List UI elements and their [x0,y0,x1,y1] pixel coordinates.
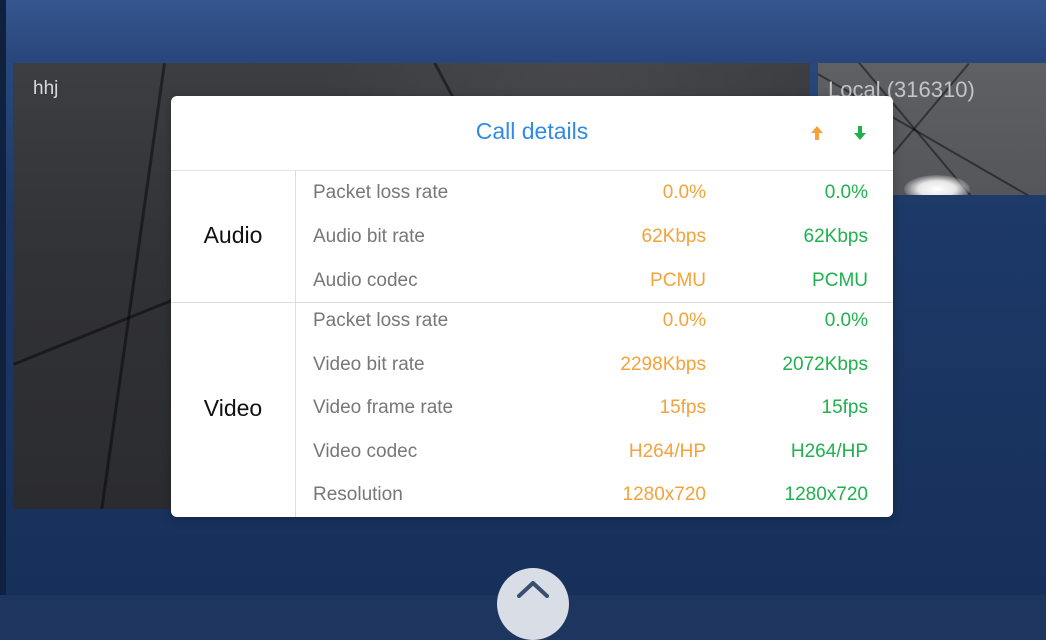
metric-receive-value: 0.0% [824,310,868,331]
video-row-packet-loss: Packet loss rate 0.0% 0.0% [296,299,893,343]
dialog-title: Call details [475,118,589,144]
call-screen: hhj Local (316310) Call details Audio Pa… [0,0,1046,640]
call-details-dialog: Call details Audio Packet loss rate 0.0%… [171,96,893,517]
metric-name: Audio codec [313,270,418,291]
metric-name: Video codec [313,441,418,462]
arrow-up-icon [811,126,823,140]
left-edge [0,0,6,595]
metric-send-value: 1280x720 [622,484,706,505]
video-section: Video Packet loss rate 0.0% 0.0% Video b… [171,303,893,517]
expand-controls-button[interactable] [497,568,569,640]
audio-section: Audio Packet loss rate 0.0% 0.0% Audio b… [171,171,893,303]
metric-send-value: H264/HP [628,441,706,462]
audio-row-codec: Audio codec PCMU PCMU [296,259,893,303]
chevron-up-icon [517,581,549,598]
metric-receive-value: PCMU [812,270,868,291]
audio-label: Audio [203,222,263,248]
video-row-codec: Video codec H264/HP H264/HP [296,430,893,474]
video-row-resolution: Resolution 1280x720 1280x720 [296,473,893,517]
video-row-bit-rate: Video bit rate 2298Kbps 2072Kbps [296,343,893,387]
metric-send-value: 0.0% [662,182,706,203]
metric-send-value: 15fps [659,397,706,418]
dialog-header: Call details [171,96,893,171]
metric-name: Packet loss rate [313,182,449,203]
metric-name: Video frame rate [313,397,454,418]
metric-receive-value: H264/HP [790,441,868,462]
top-bar [0,0,1046,62]
metric-receive-value: 62Kbps [803,226,868,247]
remote-participant-name: hhj [33,78,59,99]
video-row-frame-rate: Video frame rate 15fps 15fps [296,386,893,430]
metric-name: Resolution [313,484,403,505]
arrow-down-icon [854,126,866,140]
ceiling-light [904,175,970,195]
metric-receive-value: 1280x720 [784,484,868,505]
metric-name: Audio bit rate [313,226,425,247]
audio-row-bit-rate: Audio bit rate 62Kbps 62Kbps [296,215,893,259]
audio-row-packet-loss: Packet loss rate 0.0% 0.0% [296,171,893,215]
metric-name: Packet loss rate [313,310,449,331]
metric-receive-value: 15fps [821,397,868,418]
metric-name: Video bit rate [313,354,425,375]
metric-send-value: PCMU [650,270,706,291]
metric-send-value: 2298Kbps [620,354,706,375]
metric-receive-value: 0.0% [824,182,868,203]
video-label: Video [203,395,263,421]
metric-send-value: 62Kbps [641,226,706,247]
metric-send-value: 0.0% [662,310,706,331]
metric-receive-value: 2072Kbps [782,354,868,375]
